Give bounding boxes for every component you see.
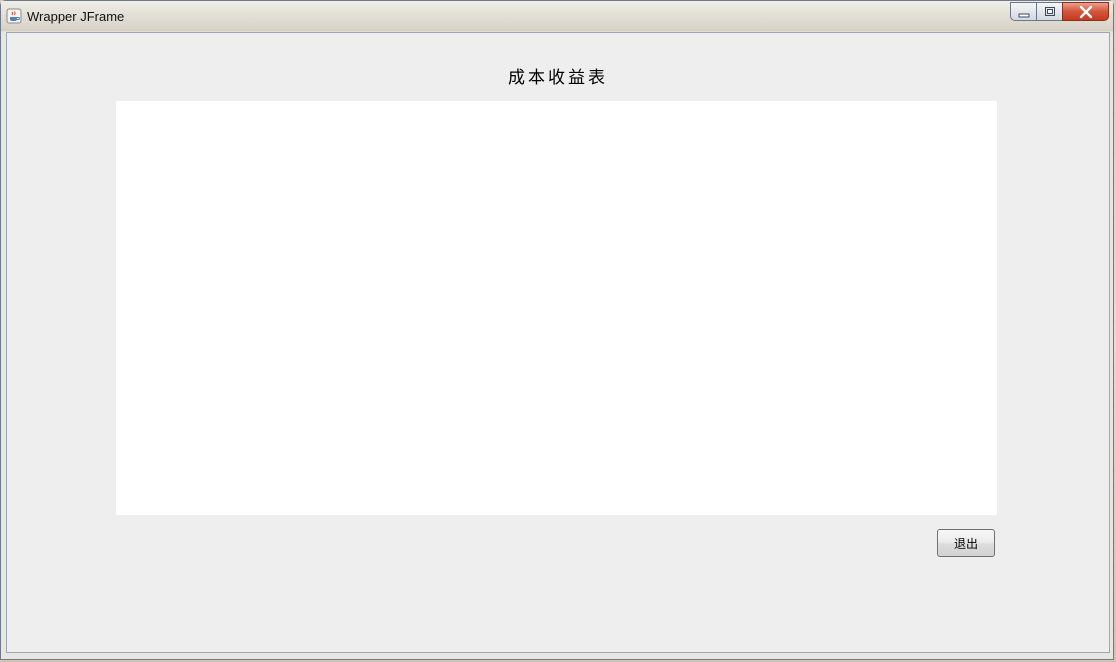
title-bar[interactable]: Wrapper JFrame xyxy=(1,1,1113,31)
java-cup-icon xyxy=(6,8,22,24)
content-pane: 成本收益表 退出 xyxy=(6,32,1110,653)
maximize-button[interactable] xyxy=(1036,2,1063,21)
app-window: Wrapper JFrame 成本收益表 退出 xyxy=(0,0,1114,660)
minimize-icon xyxy=(1018,13,1030,18)
report-panel xyxy=(116,101,997,515)
window-title: Wrapper JFrame xyxy=(27,9,125,24)
maximize-icon xyxy=(1045,7,1055,16)
page-title: 成本收益表 xyxy=(508,68,608,88)
close-button[interactable] xyxy=(1062,2,1109,21)
minimize-button[interactable] xyxy=(1010,2,1037,21)
close-icon xyxy=(1079,5,1093,19)
exit-button[interactable]: 退出 xyxy=(937,529,995,557)
